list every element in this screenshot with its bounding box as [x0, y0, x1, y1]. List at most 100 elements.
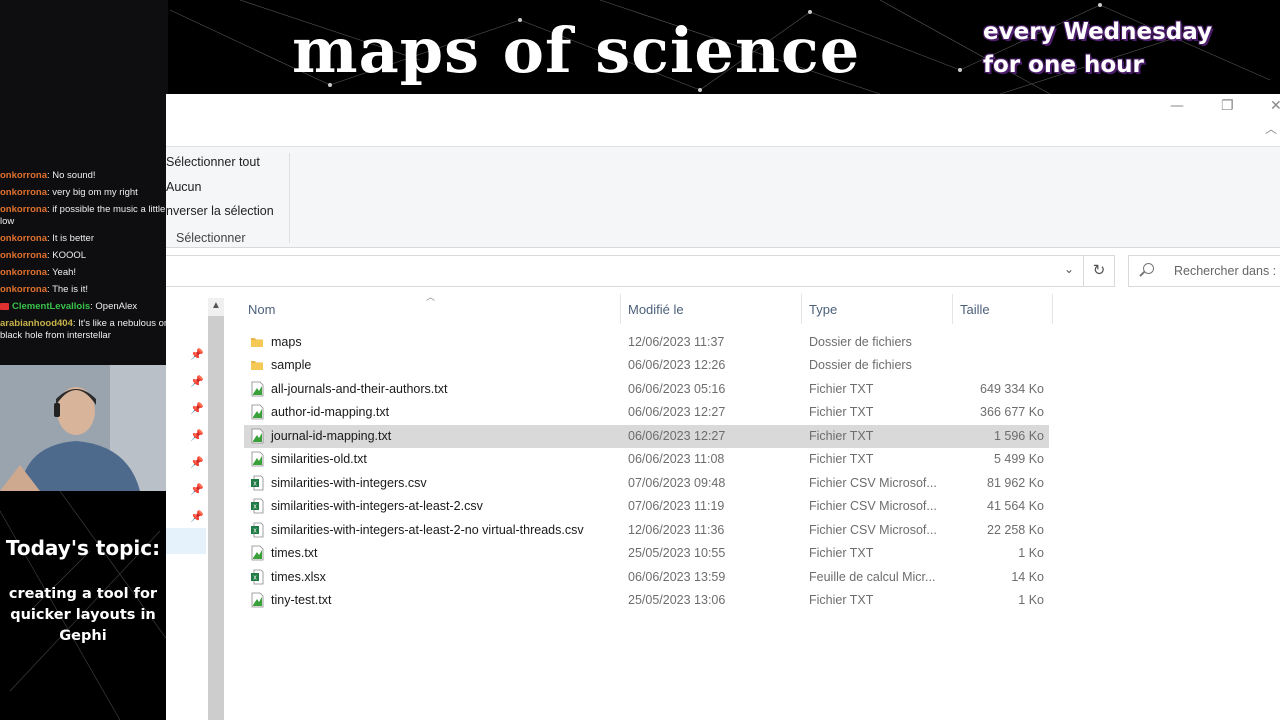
chat-messages: onkorrona: No sound! onkorrona: very big…: [0, 170, 168, 347]
restore-icon[interactable]: ❐: [1221, 98, 1234, 114]
folder-icon: [251, 338, 263, 347]
file-size: 81 962 Ko: [987, 475, 1044, 490]
pin-icon[interactable]: 📌: [190, 348, 204, 361]
stream-banner: maps of science every Wednesday for one …: [0, 0, 1280, 94]
file-date: 06/06/2023 11:08: [628, 452, 725, 467]
excel-file-icon: x: [251, 475, 264, 491]
close-icon[interactable]: ✕: [1270, 98, 1280, 114]
file-size: 5 499 Ko: [993, 452, 1044, 467]
file-row[interactable]: x similarities-with-integers.csv 07/06/202…: [244, 472, 1049, 495]
chat-message: onkorrona: Yeah!: [0, 267, 77, 278]
file-row[interactable]: all-journals-and-their-authors.txt 06/06/…: [244, 378, 1049, 401]
file-name: journal-id-mapping.txt: [271, 428, 392, 443]
file-row[interactable]: similarities-old.txt 06/06/2023 11:08 Fich…: [244, 448, 1049, 471]
chat-message: onkorrona: It is better: [0, 233, 94, 244]
address-bar[interactable]: ⌄: [166, 255, 1113, 287]
column-header-size[interactable]: Taille: [960, 302, 990, 317]
file-type: Feuille de calcul Micr...: [809, 569, 936, 584]
search-box[interactable]: Rechercher dans :: [1128, 255, 1280, 287]
chat-username: ClementLevallois: [12, 301, 91, 312]
broadcaster-badge-icon: [0, 302, 9, 310]
invert-selection-button[interactable]: nverser la sélection: [166, 204, 274, 218]
nav-selected-item[interactable]: [166, 528, 206, 554]
chat-message: onkorrona: if possible the music a littl…: [0, 204, 166, 227]
ribbon-group-label: Sélectionner: [176, 231, 246, 245]
file-row[interactable]: x similarities-with-integers-at-least-2-n…: [244, 519, 1049, 542]
chat-text: It is better: [52, 233, 94, 244]
file-row[interactable]: maps 12/06/2023 11:37 Dossier de fichiers: [244, 331, 1049, 354]
file-row[interactable]: author-id-mapping.txt 06/06/2023 12:27 Fic…: [244, 401, 1049, 424]
column-separator[interactable]: [1052, 294, 1053, 324]
file-type: Dossier de fichiers: [809, 358, 912, 373]
file-row[interactable]: journal-id-mapping.txt 06/06/2023 12:27 Fi…: [244, 424, 1049, 448]
file-size: 22 258 Ko: [987, 522, 1044, 537]
minimize-icon[interactable]: —: [1170, 98, 1184, 114]
file-row[interactable]: tiny-test.txt 25/05/2023 13:06 Fichier TXT…: [244, 589, 1049, 612]
refresh-button[interactable]: ↻: [1083, 255, 1115, 287]
file-row[interactable]: sample 06/06/2023 12:26 Dossier de fichier…: [244, 354, 1049, 377]
file-type: Fichier CSV Microsof...: [809, 475, 937, 490]
svg-text:x: x: [253, 574, 257, 581]
file-size: 41 564 Ko: [987, 499, 1044, 514]
chat-message: onkorrona: very big om my right: [0, 187, 138, 198]
file-name: all-journals-and-their-authors.txt: [271, 381, 448, 396]
schedule-text: every Wednesday for one hour: [983, 16, 1212, 82]
scroll-up-icon[interactable]: ▲: [211, 300, 221, 311]
select-none-button[interactable]: Aucun: [166, 180, 201, 194]
pin-icon[interactable]: 📌: [190, 375, 204, 388]
select-all-button[interactable]: Sélectionner tout: [166, 155, 260, 169]
chat-text: Yeah!: [52, 267, 77, 278]
file-date: 06/06/2023 12:26: [628, 358, 726, 373]
file-row[interactable]: x similarities-with-integers-at-least-2.c…: [244, 495, 1049, 518]
stream-side-panel: onkorrona: No sound! onkorrona: very big…: [0, 0, 168, 720]
search-icon: [1143, 263, 1154, 274]
navigation-pane: 📌 📌 📌 📌 📌 📌 📌: [166, 294, 206, 720]
file-date: 12/06/2023 11:36: [628, 522, 725, 537]
text-file-icon: [251, 451, 264, 467]
column-header-name[interactable]: Nom: [248, 302, 275, 317]
stream-title: maps of science: [292, 14, 861, 87]
file-size: 1 Ko: [1018, 546, 1044, 561]
chat-text: very big om my right: [52, 187, 138, 198]
file-date: 06/06/2023 05:16: [628, 381, 726, 396]
column-separator[interactable]: [801, 294, 802, 324]
file-type: Fichier TXT: [809, 452, 874, 467]
refresh-icon: ↻: [1092, 262, 1106, 279]
column-separator[interactable]: [952, 294, 953, 324]
chat-username: onkorrona: [0, 187, 47, 198]
collapse-ribbon-icon[interactable]: ︿: [1265, 120, 1277, 137]
column-separator[interactable]: [620, 294, 621, 324]
column-header-modified[interactable]: Modifié le: [628, 302, 684, 317]
chat-message: onkorrona: The is it!: [0, 284, 88, 295]
column-header-type[interactable]: Type: [809, 302, 837, 317]
file-type: Fichier TXT: [809, 428, 874, 443]
file-name: maps: [271, 335, 302, 349]
topic-title: Today's topic:: [5, 536, 161, 560]
chat-message: ClementLevallois: OpenAlex: [0, 301, 168, 313]
excel-file-icon: x: [251, 522, 264, 537]
excel-file-icon: x: [251, 498, 264, 514]
file-explorer-window: — ❐ ✕ ︿ Sélectionner tout Aucun nverser …: [166, 94, 1280, 720]
pin-icon[interactable]: 📌: [190, 510, 204, 523]
file-row[interactable]: x times.xlsx 06/06/2023 13:59 Feuille de ca…: [244, 566, 1049, 589]
pin-icon[interactable]: 📌: [190, 402, 204, 415]
scroll-thumb[interactable]: [208, 316, 224, 720]
text-file-icon: [251, 545, 264, 561]
nav-scrollbar[interactable]: ▲: [208, 298, 224, 720]
webcam-person-icon: [0, 365, 168, 491]
excel-file-icon: x: [251, 569, 264, 584]
search-placeholder: Rechercher dans :: [1174, 264, 1277, 278]
pin-icon[interactable]: 📌: [190, 429, 204, 442]
chat-message: onkorrona: No sound!: [0, 170, 96, 181]
file-type: Fichier TXT: [809, 381, 874, 396]
chevron-down-icon[interactable]: ⌄: [1064, 262, 1074, 276]
chat-username: onkorrona: [0, 170, 47, 181]
file-name: similarities-old.txt: [271, 452, 367, 467]
pin-icon[interactable]: 📌: [190, 456, 204, 469]
chat-username: onkorrona: [0, 284, 47, 295]
pin-icon[interactable]: 📌: [190, 483, 204, 496]
chat-text: OpenAlex: [95, 301, 138, 312]
file-row[interactable]: times.txt 25/05/2023 10:55 Fichier TXT 1 Ko: [244, 542, 1049, 565]
svg-text:x: x: [253, 504, 257, 511]
file-type: Fichier TXT: [809, 546, 874, 561]
